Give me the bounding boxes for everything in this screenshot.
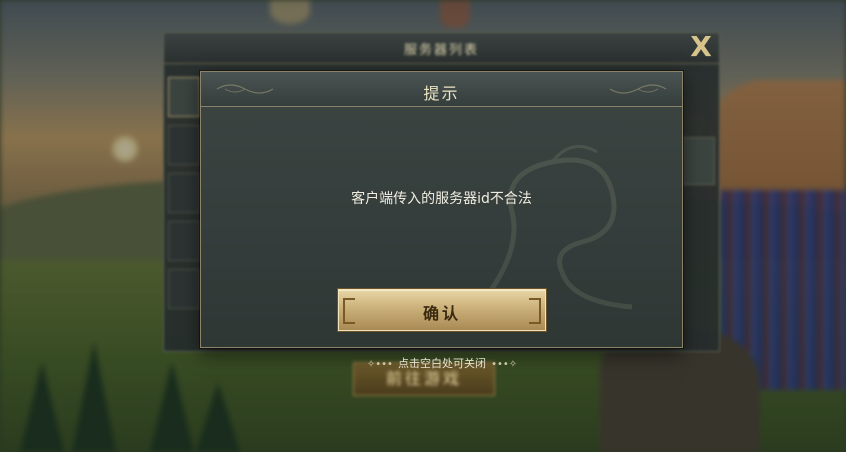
server-group-item[interactable]	[168, 77, 200, 117]
server-list-title: 服务器列表	[403, 43, 479, 58]
server-group-item[interactable]	[168, 125, 200, 165]
server-side-tag[interactable]	[679, 137, 715, 185]
server-list-header: 服务器列表	[164, 33, 719, 64]
confirm-button-label: 确认	[422, 304, 461, 323]
tap-to-close-hint: ✧••• 点击空白处可关闭 •••✧	[362, 352, 522, 370]
confirm-button[interactable]: 确认	[338, 289, 546, 331]
dialog-header: 提示	[201, 72, 682, 107]
header-ornament-icon	[609, 84, 667, 94]
server-group-list	[168, 77, 200, 337]
server-group-item[interactable]	[168, 269, 200, 309]
server-group-item[interactable]	[168, 173, 200, 213]
hint-ornament-left: ✧•••	[366, 359, 393, 370]
server-group-item[interactable]	[168, 221, 200, 261]
button-corner-ornament	[529, 298, 541, 324]
hint-ornament-right: •••✧	[491, 359, 518, 370]
dialog-message: 客户端传入的服务器id不合法	[351, 191, 532, 207]
hint-text: 点击空白处可关闭	[398, 357, 486, 370]
alert-dialog: 提示 客户端传入的服务器id不合法 确认	[200, 71, 683, 348]
close-icon[interactable]: X	[686, 30, 716, 64]
